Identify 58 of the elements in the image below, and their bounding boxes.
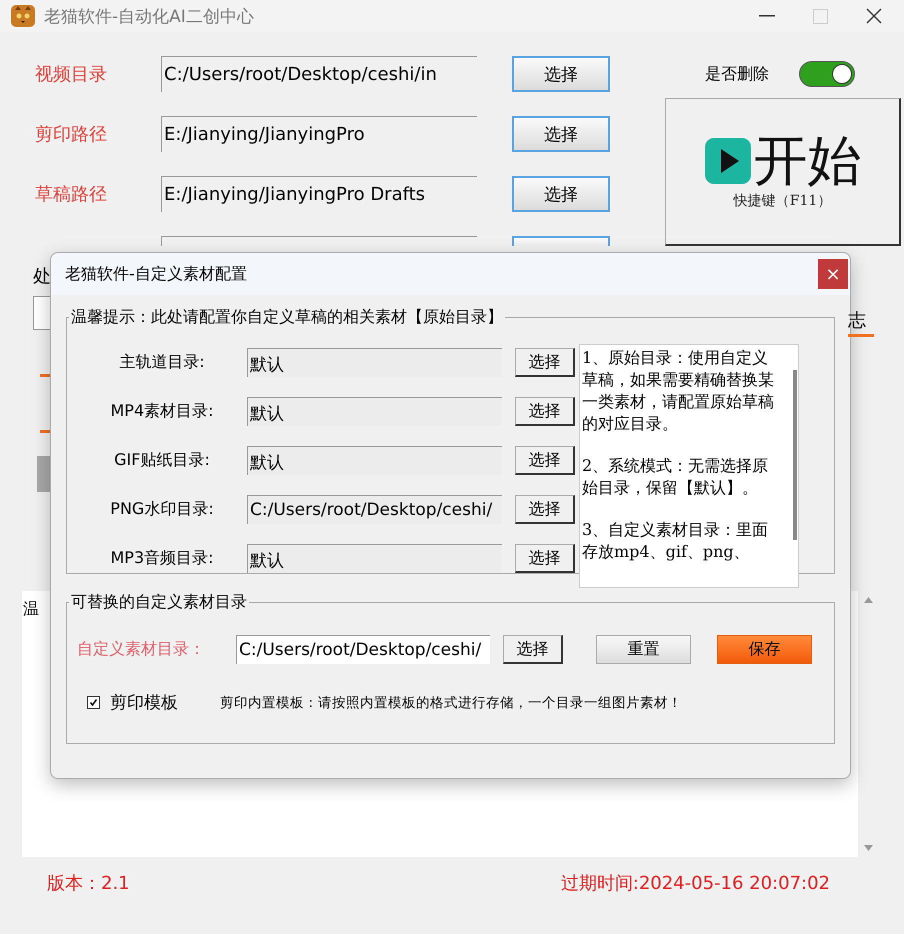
directory-label: PNG水印目录: bbox=[109, 499, 215, 520]
scrollbar-thumb[interactable] bbox=[793, 370, 797, 540]
dialog-title: 老猫软件-自定义素材配置 bbox=[65, 264, 247, 284]
select-button[interactable]: 选择 bbox=[512, 116, 610, 152]
tab-underline bbox=[40, 430, 50, 433]
start-button[interactable]: 开始 快捷键（F11） bbox=[665, 98, 901, 246]
group-title: 温馨提示：此处请配置你自定义草稿的相关素材【原始目录】 bbox=[70, 307, 504, 328]
select-button[interactable]: 选择 bbox=[512, 56, 610, 92]
help-paragraph: 3、自定义素材目录：里面存放mp4、gif、png、 bbox=[582, 519, 770, 563]
log-tab[interactable]: 志 bbox=[848, 308, 874, 337]
path-field[interactable]: C:/Users/root/Desktop/ceshi/in bbox=[161, 56, 477, 92]
expiry-text: 过期时间:2024-05-16 20:07:02 bbox=[560, 872, 830, 895]
template-checkbox[interactable] bbox=[87, 696, 100, 709]
directory-field[interactable]: 默认 bbox=[247, 544, 502, 573]
play-icon bbox=[704, 136, 752, 184]
directory-field[interactable]: 默认 bbox=[247, 348, 502, 377]
custom-dir-label: 自定义素材目录： bbox=[77, 639, 206, 660]
select-button[interactable]: 选择 bbox=[515, 544, 575, 573]
directory-field[interactable]: 默认 bbox=[247, 397, 502, 426]
select-button[interactable]: 选择 bbox=[515, 397, 575, 426]
select-button[interactable]: 选择 bbox=[503, 635, 563, 664]
close-icon[interactable] bbox=[866, 8, 882, 24]
group-title: 处 bbox=[33, 265, 51, 288]
path-label: 草稿路径 bbox=[35, 183, 108, 206]
version-text: 版本：2.1 bbox=[47, 872, 130, 895]
select-button[interactable]: 选择 bbox=[515, 446, 575, 475]
directory-field[interactable]: 默认 bbox=[247, 446, 502, 475]
close-button[interactable]: × bbox=[818, 259, 848, 289]
directory-label: GIF贴纸目录: bbox=[113, 450, 211, 471]
directory-label: MP4素材目录: bbox=[109, 401, 215, 422]
maximize-icon bbox=[813, 8, 828, 24]
directory-field[interactable]: C:/Users/root/Desktop/ceshi/ bbox=[247, 495, 502, 524]
path-field[interactable]: E:/Jianying/JianyingPro Drafts bbox=[161, 176, 477, 212]
template-label: 剪印模板 bbox=[110, 692, 178, 714]
directory-label: 主轨道目录: bbox=[118, 352, 206, 373]
cat-app-icon bbox=[10, 4, 36, 28]
minimize-icon[interactable] bbox=[759, 15, 775, 17]
save-button[interactable]: 保存 bbox=[717, 635, 812, 664]
select-button[interactable]: 选择 bbox=[515, 495, 575, 524]
custom-dir-field[interactable]: C:/Users/root/Desktop/ceshi/ bbox=[236, 635, 490, 664]
template-note: 剪印内置模板：请按照内置模板的格式进行存储，一个目录一组图片素材！ bbox=[220, 694, 682, 712]
window-title: 老猫软件-自动化AI二创中心 bbox=[44, 6, 254, 28]
select-button[interactable]: 选择 bbox=[512, 176, 610, 212]
tab-underline bbox=[40, 374, 50, 377]
delete-label: 是否删除 bbox=[705, 64, 769, 84]
mode-field[interactable] bbox=[33, 296, 50, 330]
path-field[interactable]: E:/Jianying/JianyingPro bbox=[161, 116, 477, 152]
help-paragraph: 2、系统模式：无需选择原始目录，保留【默认】。 bbox=[582, 455, 770, 499]
directory-label: MP3音频目录: bbox=[109, 548, 215, 569]
path-label: 剪印路径 bbox=[35, 123, 108, 146]
help-paragraph: 1、原始目录：使用自定义草稿，如果需要精确替换某一类素材，请配置原始草稿的对应目录。 bbox=[582, 347, 775, 435]
select-button[interactable]: 选择 bbox=[515, 348, 575, 377]
group-title: 可替换的自定义素材目录 bbox=[70, 592, 248, 613]
reset-button[interactable]: 重置 bbox=[596, 635, 691, 664]
delete-toggle[interactable] bbox=[799, 61, 855, 87]
scroll-down-icon[interactable] bbox=[864, 845, 872, 851]
scroll-up-icon[interactable] bbox=[864, 597, 872, 603]
path-label: 视频目录 bbox=[35, 63, 108, 86]
